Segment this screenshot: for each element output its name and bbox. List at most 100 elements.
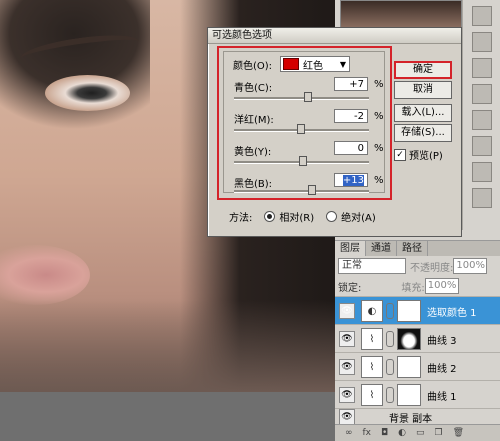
blend-mode-select[interactable]: 正常 xyxy=(338,258,406,274)
layers-tabs: 图层 通道 路径 xyxy=(335,241,500,256)
lock-row: 锁定: 填充: 100% xyxy=(335,276,500,296)
load-button[interactable]: 载入(L)... xyxy=(394,104,452,122)
layer-mask[interactable] xyxy=(397,384,421,406)
layer-row[interactable]: 👁 ◐ 选取颜色 1 xyxy=(335,296,500,325)
tool-icon[interactable] xyxy=(472,58,492,78)
slider-track[interactable] xyxy=(234,97,369,100)
slider-thumb[interactable] xyxy=(308,185,316,195)
cancel-button[interactable]: 取消 xyxy=(394,81,452,99)
tool-icon[interactable] xyxy=(472,110,492,130)
colors-value: 红色 xyxy=(303,60,324,72)
slider-label: 黄色(Y): xyxy=(234,147,272,158)
checkmark-icon[interactable]: ✓ xyxy=(394,148,406,161)
fill-label: 填充: xyxy=(401,282,425,294)
layer-row[interactable]: 👁 ⌇ 曲线 3 xyxy=(335,324,500,353)
opacity-input[interactable]: 100% xyxy=(453,258,488,274)
layer-row[interactable]: 👁 背景 副本 xyxy=(335,408,500,425)
eye-icon[interactable]: 👁 xyxy=(339,409,355,425)
adjustment-icon: ◐ xyxy=(361,300,383,322)
tool-icon[interactable] xyxy=(472,84,492,104)
percent-label: % xyxy=(374,79,384,90)
blend-row: 正常 不透明度: 100% xyxy=(335,256,500,276)
link-icon[interactable] xyxy=(386,303,394,319)
slider-cyan: 青色(C): +7 % xyxy=(234,77,384,113)
percent-label: % xyxy=(374,175,384,186)
dialog-title[interactable]: 可选颜色选项 xyxy=(208,28,461,44)
tab-channels[interactable]: 通道 xyxy=(366,241,397,256)
slider-track[interactable] xyxy=(234,190,369,193)
tool-icon[interactable] xyxy=(472,6,492,26)
color-swatch xyxy=(283,58,300,70)
preview-checkbox[interactable]: ✓ 预览(P) xyxy=(394,147,443,162)
preview-label: 预览(P) xyxy=(409,151,443,162)
method-absolute-label[interactable]: 绝对(A) xyxy=(341,209,376,224)
method-row: 方法: 相对(R) 绝对(A) xyxy=(229,209,376,224)
save-button[interactable]: 存储(S)... xyxy=(394,124,452,142)
opacity-label: 不透明度: xyxy=(410,262,454,274)
curves-icon: ⌇ xyxy=(361,356,383,378)
dropdown-arrow-icon: ▼ xyxy=(339,59,347,69)
lock-label: 锁定: xyxy=(338,282,362,294)
ok-button[interactable]: 确定 xyxy=(394,61,452,79)
new-layer-icon[interactable]: ❐ xyxy=(435,428,443,438)
selected-value-text: +13 xyxy=(342,175,364,186)
fill-input[interactable]: 100% xyxy=(424,278,459,294)
slider-value-input[interactable]: -2 xyxy=(334,109,368,123)
slider-thumb[interactable] xyxy=(297,124,305,134)
link-icon[interactable] xyxy=(386,387,394,403)
tool-icon[interactable] xyxy=(472,32,492,52)
tab-paths[interactable]: 路径 xyxy=(397,241,428,256)
layer-name: 选取颜色 1 xyxy=(427,307,477,319)
slider-black: 黑色(B): +13 % xyxy=(234,173,384,195)
slider-value-input[interactable]: +13 xyxy=(334,173,368,187)
layers-panel: 图层 通道 路径 正常 不透明度: 100% 锁定: 填充: 100% 👁 ◐ … xyxy=(335,240,500,441)
curves-icon: ⌇ xyxy=(361,328,383,350)
curves-icon: ⌇ xyxy=(361,384,383,406)
layer-name: 背景 副本 xyxy=(389,413,433,425)
mask-icon[interactable]: ◘ xyxy=(381,428,388,438)
shoulder-shadow xyxy=(0,300,335,392)
tool-icon[interactable] xyxy=(472,188,492,208)
layer-name: 曲线 2 xyxy=(427,363,457,375)
layer-row[interactable]: 👁 ⌇ 曲线 1 xyxy=(335,380,500,409)
link-icon[interactable] xyxy=(386,359,394,375)
slider-thumb[interactable] xyxy=(299,156,307,166)
tool-icon[interactable] xyxy=(472,136,492,156)
layers-footer: ∞ fx ◘ ◐ ▭ ❐ 🗑 xyxy=(335,424,500,441)
link-icon[interactable] xyxy=(386,331,394,347)
tool-icon[interactable] xyxy=(472,162,492,182)
eye-icon[interactable]: 👁 xyxy=(339,359,355,375)
slider-thumb[interactable] xyxy=(304,92,312,102)
adjust-icon[interactable]: ◐ xyxy=(398,428,406,438)
colors-select[interactable]: 红色 ▼ xyxy=(280,56,351,72)
slider-value-input[interactable]: 0 xyxy=(334,141,368,155)
layer-row[interactable]: 👁 ⌇ 曲线 2 xyxy=(335,352,500,381)
colors-label: 颜色(O): xyxy=(233,60,273,72)
fx-icon[interactable]: fx xyxy=(363,428,372,438)
colors-row: 颜色(O): 红色 ▼ xyxy=(233,56,351,72)
link-layers-icon[interactable]: ∞ xyxy=(345,428,353,438)
trash-icon[interactable]: 🗑 xyxy=(453,428,464,438)
method-label: 方法: xyxy=(229,213,253,224)
eye xyxy=(45,75,130,111)
eye-icon[interactable]: 👁 xyxy=(339,303,355,319)
slider-value-input[interactable]: +7 xyxy=(334,77,368,91)
radio-relative[interactable] xyxy=(264,211,276,222)
layer-mask[interactable] xyxy=(397,356,421,378)
slider-label: 洋红(M): xyxy=(234,115,274,126)
color-group: 颜色(O): 红色 ▼ 青色(C): +7 % 洋红(M): -2 % 黄色(Y… xyxy=(223,51,385,195)
layer-mask[interactable] xyxy=(397,328,421,350)
radio-absolute[interactable] xyxy=(326,211,338,222)
eye-icon[interactable]: 👁 xyxy=(339,387,355,403)
slider-label: 青色(C): xyxy=(234,83,273,94)
folder-icon[interactable]: ▭ xyxy=(416,428,425,438)
eye-icon[interactable]: 👁 xyxy=(339,331,355,347)
slider-magenta: 洋红(M): -2 % xyxy=(234,109,384,145)
tab-layers[interactable]: 图层 xyxy=(335,241,366,256)
layer-name: 曲线 3 xyxy=(427,335,457,347)
percent-label: % xyxy=(374,111,384,122)
lips xyxy=(0,245,90,305)
layer-name: 曲线 1 xyxy=(427,391,457,403)
layer-mask[interactable] xyxy=(397,300,421,322)
method-relative-label[interactable]: 相对(R) xyxy=(279,209,314,224)
